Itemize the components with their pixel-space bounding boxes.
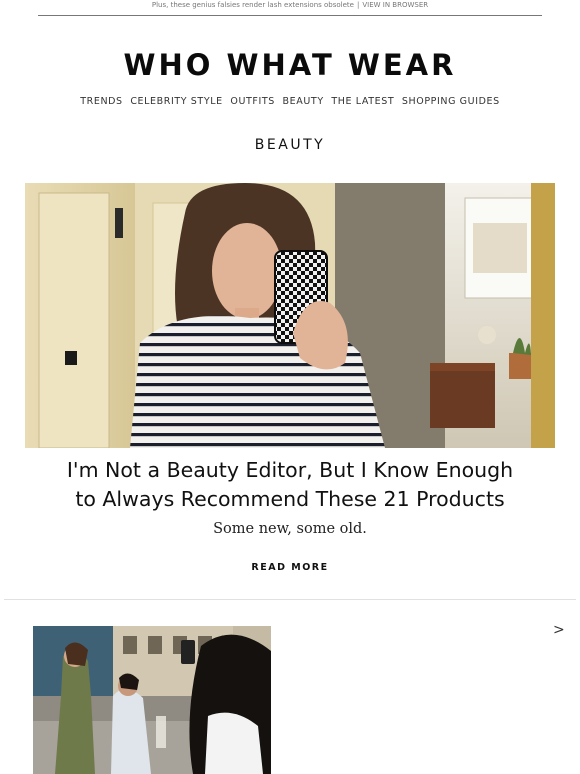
headline-line-1[interactable]: I'm Not a Beauty Editor, But I Know Enou…: [40, 456, 540, 485]
header-rule: [38, 15, 542, 16]
carousel-thumbnail[interactable]: [33, 626, 271, 774]
read-more-button[interactable]: READ MORE: [0, 562, 580, 573]
headline-line-2[interactable]: to Always Recommend These 21 Products: [40, 485, 540, 514]
brand-logo[interactable]: WHO WHAT WEAR: [0, 48, 580, 82]
main-nav: TRENDS CELEBRITY STYLE OUTFITS BEAUTY TH…: [0, 96, 580, 107]
nav-item-the-latest[interactable]: THE LATEST: [331, 96, 394, 107]
preheader: Plus, these genius falsies render lash e…: [0, 0, 580, 12]
view-in-browser-link[interactable]: VIEW IN BROWSER: [362, 1, 428, 9]
chevron-right-icon[interactable]: >: [553, 622, 565, 638]
street-style-photo-illustration: [33, 626, 271, 774]
preheader-text: Plus, these genius falsies render lash e…: [151, 1, 354, 9]
nav-item-trends[interactable]: TRENDS: [80, 96, 122, 107]
section-divider: [4, 599, 576, 600]
section-title: BEAUTY: [254, 137, 326, 153]
article-dek: Some new, some old.: [213, 521, 367, 537]
article-headline[interactable]: I'm Not a Beauty Editor, But I Know Enou…: [40, 456, 540, 514]
nav-item-celebrity-style[interactable]: CELEBRITY STYLE: [130, 96, 222, 107]
preheader-separator: |: [356, 1, 360, 9]
nav-item-beauty[interactable]: BEAUTY: [283, 96, 324, 107]
hero-photo-illustration: [25, 183, 555, 448]
nav-item-outfits[interactable]: OUTFITS: [230, 96, 275, 107]
nav-item-shopping-guides[interactable]: SHOPPING GUIDES: [402, 96, 500, 107]
hero-image[interactable]: [25, 183, 555, 448]
